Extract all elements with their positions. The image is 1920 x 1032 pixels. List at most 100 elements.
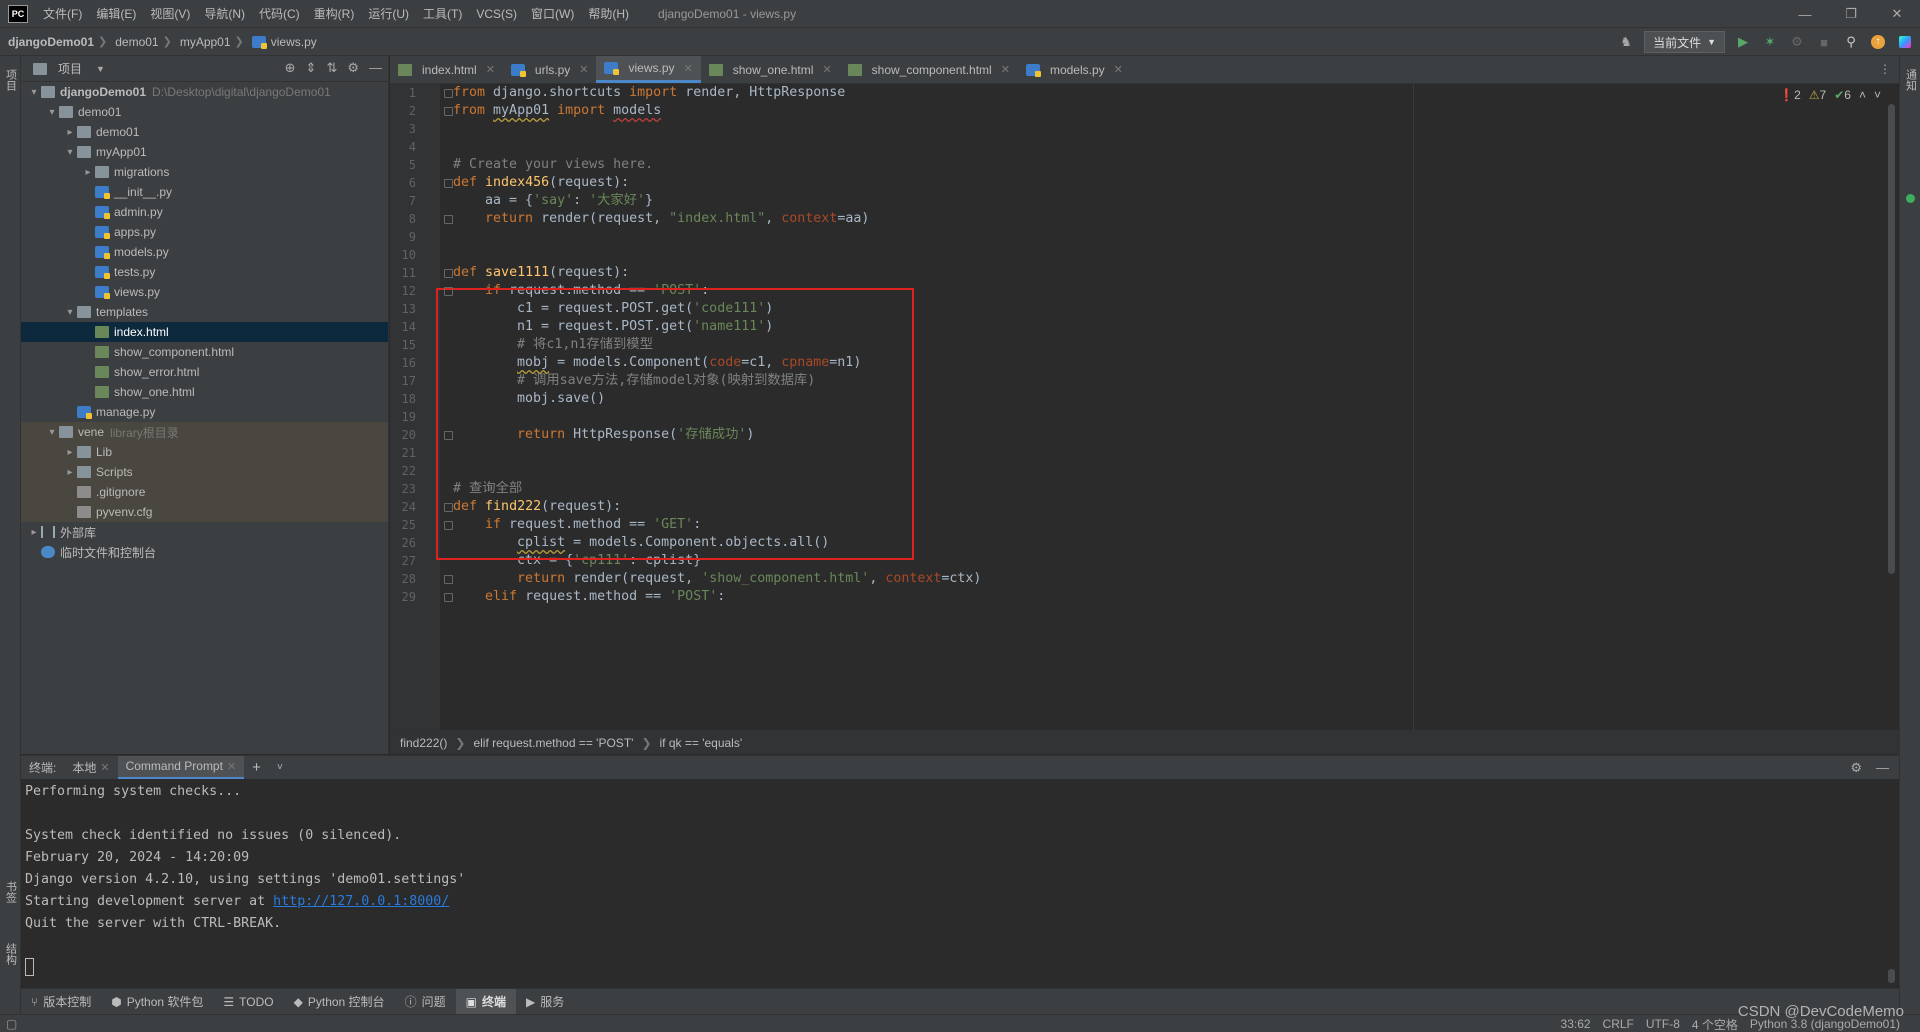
fold-marker-icon[interactable] [444,179,453,188]
chevron-right-icon[interactable]: ▸ [63,127,77,138]
tree-item[interactable]: admin.py [21,202,388,222]
tree-item[interactable]: ▾ djangoDemo01 D:\Desktop\digital\djangoDe… [21,82,388,102]
tree-item[interactable]: ▾ myApp01 [21,142,388,162]
tree-item[interactable]: views.py [21,282,388,302]
menu-item[interactable]: 编辑(E) [89,0,143,28]
close-icon[interactable]: ✕ [822,63,831,76]
menu-item[interactable]: 工具(T) [416,0,469,28]
terminal-output[interactable]: Performing system checks... System check… [21,779,1899,988]
chevron-down-icon[interactable]: ▾ [45,107,59,118]
notifications-tool-tab[interactable]: 通知 [1902,60,1919,100]
breadcrumb-project[interactable]: djangoDemo01 [0,35,98,49]
breadcrumb-demo01[interactable]: demo01 [107,35,162,49]
close-icon[interactable]: ✕ [100,761,109,774]
fold-marker-icon[interactable] [444,287,453,296]
close-icon[interactable]: ✕ [227,760,236,773]
minimize-icon[interactable]: — [1782,0,1828,28]
tree-item[interactable]: ▸ 外部库 [21,522,388,542]
close-icon[interactable]: ✕ [684,62,693,75]
menu-item[interactable]: 窗口(W) [524,0,581,28]
chevron-down-icon[interactable]: ▾ [63,307,77,318]
tree-item[interactable]: index.html [21,322,388,342]
crumb-elif[interactable]: elif request.method == 'POST' [473,736,633,750]
tool-window-button[interactable]: ⓘ 问题 [395,989,456,1015]
menu-item[interactable]: 代码(C) [252,0,307,28]
chevron-right-icon[interactable]: ▸ [63,447,77,458]
fold-marker-icon[interactable] [444,107,453,116]
line-separator[interactable]: CRLF [1603,1017,1634,1031]
fold-marker-icon[interactable] [444,593,453,602]
expand-all-icon[interactable]: ⇕ [306,60,317,76]
menu-item[interactable]: 帮助(H) [581,0,636,28]
tree-item[interactable]: ▾ vene library根目录 [21,422,388,442]
layout-icon[interactable]: ▢ [6,1017,17,1031]
gear-icon[interactable]: ⚙ [347,60,359,76]
stop-icon[interactable]: ■ [1815,33,1833,51]
run-icon[interactable]: ▶ [1734,33,1752,51]
close-icon[interactable]: ✕ [579,63,588,76]
cursor-position[interactable]: 33:62 [1561,1017,1591,1031]
fold-marker-icon[interactable] [444,521,453,530]
fold-marker-icon[interactable] [444,575,453,584]
chevron-right-icon[interactable]: ▸ [81,167,95,178]
error-count[interactable]: ❗2 [1779,88,1801,102]
hide-icon[interactable]: — [1876,760,1889,776]
tree-item[interactable]: manage.py [21,402,388,422]
chevron-down-icon[interactable]: ˅ [269,756,291,780]
tree-item[interactable]: show_component.html [21,342,388,362]
menu-item[interactable]: 文件(F) [36,0,89,28]
fold-marker-icon[interactable] [444,269,453,278]
editor-tab[interactable]: show_component.html ✕ [840,56,1018,83]
close-icon[interactable]: ✕ [1001,63,1010,76]
editor-tab[interactable]: index.html ✕ [390,56,503,83]
inspection-widget[interactable]: ❗2 ⚠7 ✔6 ˄ ˅ [1779,88,1881,102]
editor-tab[interactable]: models.py ✕ [1018,56,1131,83]
search-icon[interactable]: ⚲ [1842,33,1860,51]
tree-item[interactable]: models.py [21,242,388,262]
project-title[interactable]: 项目 [58,60,82,77]
hide-icon[interactable]: — [369,60,382,76]
chevron-down-icon[interactable]: ˅ [1874,88,1881,102]
gear-icon[interactable]: ⚙ [1850,760,1862,776]
tool-window-button[interactable]: ▣ 终端 [455,988,516,1015]
tree-item[interactable]: __init__.py [21,182,388,202]
tree-item[interactable]: 临时文件和控制台 [21,542,388,562]
bookmarks-tool-tab[interactable]: 书签 [2,874,19,910]
code-editor[interactable]: 1 2 3 4 5 6 7 8 9 10 11 12 13 14 15 16 17 18 19 20 21 22 23 24 2… [390,84,1899,730]
crumb-if[interactable]: if qk == 'equals' [660,736,743,750]
tab-command-prompt[interactable]: Command Prompt ✕ [117,755,245,780]
tree-item[interactable]: ▸ Scripts [21,462,388,482]
tree-item[interactable]: ▾ demo01 [21,102,388,122]
editor-tab[interactable]: show_one.html ✕ [701,56,840,83]
close-icon[interactable]: ✕ [486,63,495,76]
tree-item[interactable]: show_one.html [21,382,388,402]
editor-tab[interactable]: urls.py ✕ [503,56,597,83]
breadcrumb-myapp01[interactable]: myApp01 [172,35,235,49]
close-icon[interactable]: ✕ [1114,63,1123,76]
chevron-right-icon[interactable]: ▸ [63,467,77,478]
locate-icon[interactable]: ⊕ [285,60,296,76]
fold-marker-icon[interactable] [444,431,453,440]
tool-window-button[interactable]: ▶ 服务 [516,989,574,1015]
chevron-right-icon[interactable]: ▸ [27,527,41,538]
toolbox-icon[interactable] [1896,33,1914,51]
run-config-dropdown[interactable]: 当前文件 ▼ [1644,31,1725,53]
editor-tab[interactable]: views.py ✕ [596,56,701,83]
project-tool-tab[interactable]: 项目 [2,60,19,100]
tree-item[interactable]: ▾ templates [21,302,388,322]
terminal-prompt[interactable] [25,957,1899,979]
user-icon[interactable]: ♞ [1617,33,1635,51]
structure-tool-tab[interactable]: 结构 [2,936,19,972]
chevron-down-icon[interactable]: ▾ [27,87,41,98]
tool-window-button[interactable]: ⑂ 版本控制 [21,989,101,1015]
warning-count[interactable]: ⚠7 [1809,88,1826,102]
fold-marker-icon[interactable] [444,503,453,512]
tree-item[interactable]: apps.py [21,222,388,242]
server-link[interactable]: http://127.0.0.1:8000/ [273,894,449,909]
tree-item[interactable]: show_error.html [21,362,388,382]
fold-marker-icon[interactable] [444,89,453,98]
breadcrumb-views-py[interactable]: views.py [244,35,321,49]
chevron-down-icon[interactable]: ▾ [63,147,77,158]
update-icon[interactable]: ↑ [1869,33,1887,51]
tool-window-button[interactable]: ⬢ Python 软件包 [101,989,213,1015]
